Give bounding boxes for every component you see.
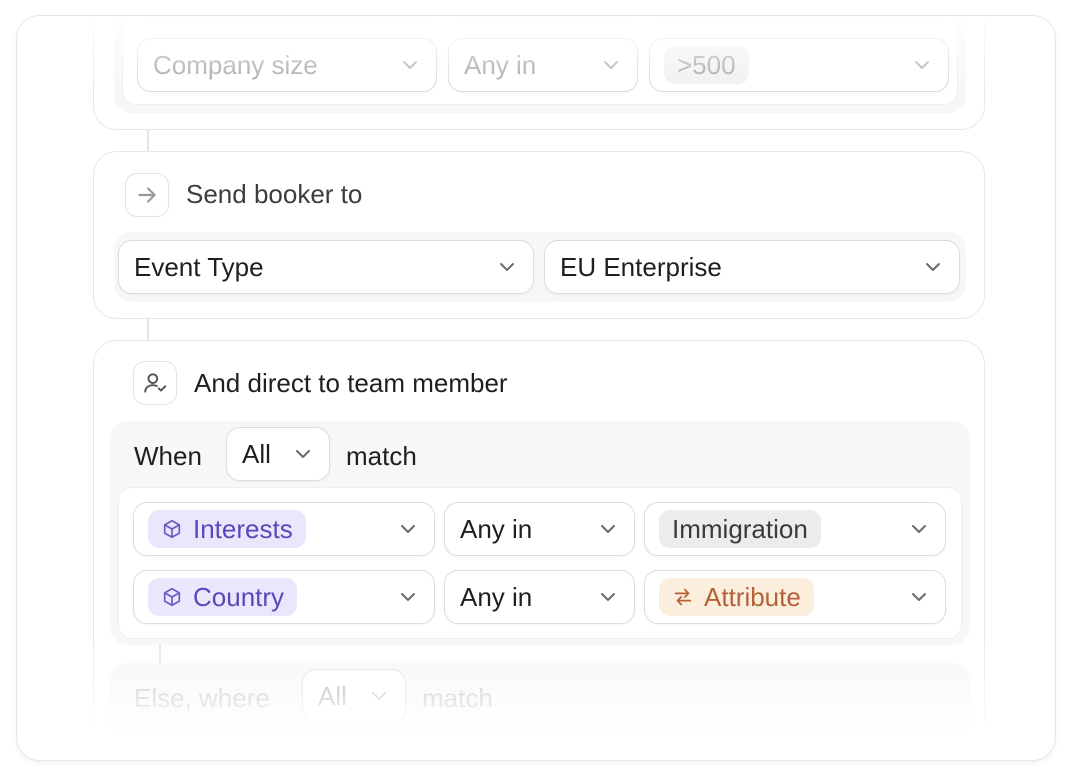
rule-operator-label: Any in bbox=[460, 513, 533, 544]
value-chip-label: Immigration bbox=[672, 513, 808, 544]
chevron-down-icon bbox=[401, 593, 415, 601]
event-type-label: Event Type bbox=[134, 251, 264, 282]
value-chip-attribute: Attribute bbox=[659, 578, 814, 616]
chevron-down-icon bbox=[604, 61, 618, 69]
flow-connector bbox=[147, 130, 149, 152]
rule-group: Company size Any in >500 bbox=[114, 16, 966, 113]
user-check-icon-box bbox=[133, 361, 177, 405]
send-booker-card: Send booker to Event Type EU Enterprise bbox=[93, 151, 985, 319]
chevron-down-icon bbox=[403, 61, 417, 69]
rule-operator-select-prev[interactable] bbox=[448, 16, 638, 18]
arrow-right-icon bbox=[138, 187, 156, 203]
rule-field-label: Company size bbox=[153, 49, 318, 80]
value-chip: >500 bbox=[664, 46, 749, 84]
flow-connector bbox=[147, 319, 149, 341]
team-member-title: And direct to team member bbox=[194, 368, 508, 398]
else-match-label: match bbox=[422, 683, 493, 713]
chevron-down-icon bbox=[926, 263, 940, 271]
rule-rows: Company size Any in >500 bbox=[122, 16, 958, 105]
swap-arrows-icon bbox=[674, 588, 692, 606]
value-chip-label: >500 bbox=[677, 49, 736, 80]
team-rule-rows: Interests Any in Immigration Country Any… bbox=[118, 487, 962, 639]
field-chip-country: Country bbox=[148, 578, 298, 616]
rule-field-select-interests[interactable]: Interests bbox=[133, 502, 435, 556]
rule-operator-select[interactable]: Any in bbox=[448, 38, 638, 92]
else-match-mode-label: All bbox=[318, 680, 347, 711]
chevron-down-icon bbox=[500, 263, 514, 271]
chevron-down-icon bbox=[912, 525, 926, 533]
chevron-down-icon bbox=[372, 692, 386, 700]
when-label: When bbox=[134, 441, 202, 471]
chevron-down-icon bbox=[915, 61, 929, 69]
rule-value-select-prev[interactable] bbox=[649, 16, 949, 18]
arrow-right-icon-box bbox=[125, 173, 169, 217]
workflow-frame: Company size Any in >500 Send booker to … bbox=[16, 15, 1056, 761]
match-mode-label: All bbox=[242, 438, 271, 469]
rule-operator-select-country[interactable]: Any in bbox=[444, 570, 635, 624]
event-target-label: EU Enterprise bbox=[560, 251, 722, 282]
event-target-select[interactable]: EU Enterprise bbox=[544, 240, 960, 294]
else-match-mode-select[interactable]: All bbox=[302, 669, 406, 723]
send-booker-selects: Event Type EU Enterprise bbox=[114, 232, 966, 302]
value-chip-immigration: Immigration bbox=[659, 510, 821, 548]
cube-icon bbox=[163, 519, 181, 539]
field-chip-label: Country bbox=[193, 581, 285, 612]
rule-field-select-prev[interactable] bbox=[137, 16, 437, 18]
event-type-select[interactable]: Event Type bbox=[118, 240, 534, 294]
field-chip-label: Interests bbox=[193, 513, 293, 544]
cube-icon bbox=[163, 587, 181, 607]
rule-value-select-interests[interactable]: Immigration bbox=[644, 502, 946, 556]
chevron-down-icon bbox=[296, 450, 310, 458]
chevron-down-icon bbox=[601, 593, 615, 601]
field-chip-interests: Interests bbox=[148, 510, 306, 548]
rule-value-select-country[interactable]: Attribute bbox=[644, 570, 946, 624]
user-check-icon bbox=[144, 373, 167, 393]
rule-value-select[interactable]: >500 bbox=[649, 38, 949, 92]
rule-field-select-country[interactable]: Country bbox=[133, 570, 435, 624]
routing-rule-card: Company size Any in >500 bbox=[93, 16, 985, 130]
else-label: Else, where bbox=[134, 683, 270, 713]
rule-operator-label: Any in bbox=[460, 581, 533, 612]
match-label: match bbox=[346, 441, 417, 471]
match-mode-select[interactable]: All bbox=[226, 427, 330, 481]
value-chip-label: Attribute bbox=[704, 581, 801, 612]
chevron-down-icon bbox=[912, 593, 926, 601]
chevron-down-icon bbox=[401, 525, 415, 533]
rule-field-select[interactable]: Company size bbox=[137, 38, 437, 92]
else-rule-group: Else, where All match bbox=[110, 663, 970, 760]
team-member-card: And direct to team member When All match… bbox=[93, 340, 985, 760]
send-booker-title: Send booker to bbox=[186, 179, 363, 209]
chevron-down-icon bbox=[601, 525, 615, 533]
team-rule-group: When All match Interests Any in Immigrat… bbox=[110, 421, 970, 645]
rule-operator-select-interests[interactable]: Any in bbox=[444, 502, 635, 556]
rule-operator-label: Any in bbox=[464, 49, 537, 80]
